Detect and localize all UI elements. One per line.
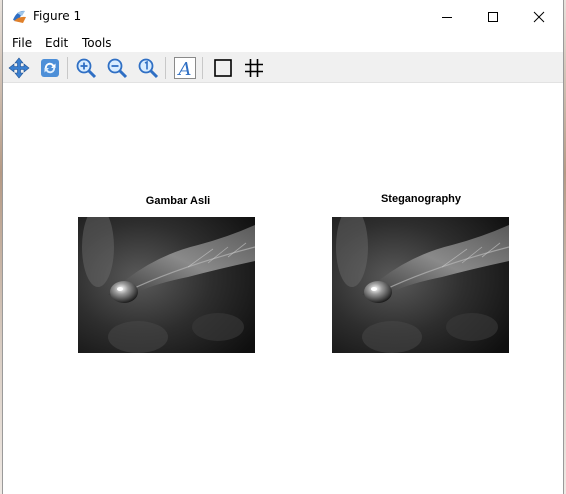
title-bar[interactable]: Figure 1 (3, 0, 563, 33)
zoom-in-icon (76, 58, 97, 79)
insert-text-icon: A (174, 57, 196, 80)
figure-toolbar: A (3, 52, 563, 83)
minimize-icon (442, 16, 452, 18)
image-original[interactable] (78, 217, 255, 353)
grid-button[interactable] (241, 55, 267, 81)
zoom-reset-button[interactable] (135, 55, 161, 81)
subplot-title-original: Gambar Asli (145, 195, 211, 207)
pan-icon (8, 57, 30, 79)
zoom-out-icon (107, 58, 128, 79)
toolbar-separator (165, 57, 166, 79)
rotate-icon (41, 59, 59, 77)
menu-bar: File Edit Tools (3, 33, 563, 52)
figure-window: Figure 1 File Edit Tools A Gambar Asli S… (2, 0, 564, 494)
window-title: Figure 1 (33, 9, 82, 23)
maximize-icon (488, 11, 498, 22)
menu-file[interactable]: File (12, 36, 32, 50)
figure-canvas[interactable]: Gambar Asli Steganography (3, 84, 563, 494)
insert-text-button[interactable]: A (172, 55, 198, 81)
axes-box-button[interactable] (210, 55, 236, 81)
rotate-button[interactable] (37, 55, 63, 81)
image-stego[interactable] (332, 217, 509, 353)
zoom-in-button[interactable] (73, 55, 99, 81)
menu-edit[interactable]: Edit (45, 36, 68, 50)
close-button[interactable] (516, 0, 562, 33)
matlab-figure-icon (11, 8, 28, 25)
toolbar-separator (67, 57, 68, 79)
zoom-out-button[interactable] (104, 55, 130, 81)
svg-text:A: A (177, 59, 192, 80)
pan-button[interactable] (6, 55, 32, 81)
menu-tools[interactable]: Tools (82, 36, 112, 50)
axes-box-icon (214, 59, 232, 77)
grid-icon (245, 59, 263, 77)
close-icon (533, 11, 545, 22)
minimize-button[interactable] (424, 0, 470, 33)
toolbar-separator (202, 57, 203, 79)
zoom-reset-icon (138, 58, 159, 79)
maximize-button[interactable] (470, 0, 516, 33)
subplot-title-stego: Steganography (380, 193, 462, 205)
